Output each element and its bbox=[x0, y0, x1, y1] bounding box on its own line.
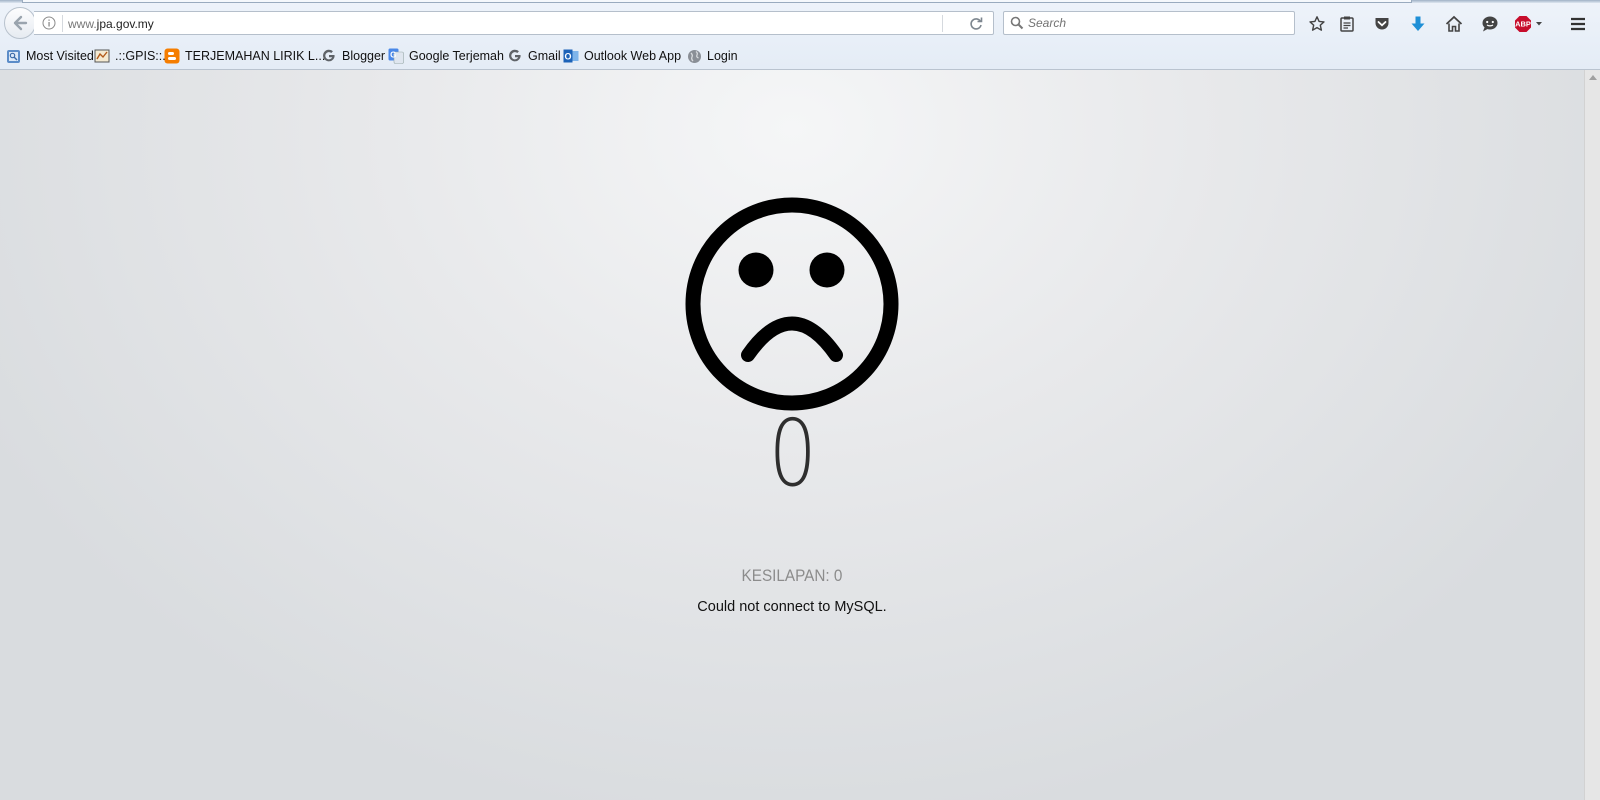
browser-chrome: www.jpa.gov.my Search ABP Most Visited .… bbox=[0, 0, 1600, 70]
reload-separator bbox=[942, 15, 943, 32]
most-visited-icon bbox=[5, 48, 21, 64]
blogger-favicon bbox=[164, 48, 180, 64]
reading-list-icon bbox=[1340, 16, 1354, 32]
bookmark-label: .::GPIS::. bbox=[115, 49, 166, 63]
bookmark-blogger[interactable]: Blogger bbox=[321, 48, 385, 64]
url-domain: jpa.gov.my bbox=[96, 17, 154, 31]
tab-strip bbox=[0, 0, 1600, 3]
chat-icon bbox=[1482, 16, 1498, 32]
url-bar[interactable]: www.jpa.gov.my bbox=[34, 11, 994, 35]
reload-icon[interactable] bbox=[967, 15, 985, 33]
scroll-up-arrow-icon[interactable] bbox=[1589, 75, 1597, 80]
bookmark-label: Most Visited bbox=[26, 49, 94, 63]
bookmarks-toolbar: Most Visited .::GPIS::. TERJEMAHAN LIRIK… bbox=[0, 44, 1600, 68]
download-icon bbox=[1411, 16, 1425, 31]
search-input[interactable] bbox=[1028, 15, 1288, 31]
bookmark-star-button[interactable] bbox=[1304, 11, 1330, 37]
menu-icon bbox=[1571, 17, 1585, 31]
search-icon bbox=[1010, 16, 1024, 30]
bookmark-terjemahan-lirik[interactable]: TERJEMAHAN LIRIK L... bbox=[164, 48, 325, 64]
bookmark-label: Google Terjemah bbox=[409, 49, 504, 63]
back-arrow-icon bbox=[13, 15, 28, 31]
error-message: Could not connect to MySQL. bbox=[697, 599, 887, 615]
pocket-icon bbox=[1375, 18, 1389, 30]
gpis-favicon bbox=[94, 48, 110, 64]
pocket-button[interactable] bbox=[1369, 11, 1395, 37]
svg-text:O: O bbox=[564, 52, 571, 62]
url-text[interactable]: www.jpa.gov.my bbox=[68, 17, 154, 31]
downloads-button[interactable] bbox=[1405, 11, 1431, 37]
bookmark-gpis[interactable]: .::GPIS::. bbox=[94, 48, 166, 64]
bookmark-label: Login bbox=[707, 49, 738, 63]
error-code: 0 bbox=[768, 400, 817, 507]
bookmark-star-icon bbox=[1309, 16, 1325, 31]
site-info-icon[interactable] bbox=[42, 16, 56, 30]
bookmark-label: Outlook Web App bbox=[584, 49, 682, 63]
active-tab-edge[interactable] bbox=[22, 0, 1412, 3]
bookmark-label: Blogger bbox=[342, 49, 386, 63]
bookmark-google-terjemah[interactable]: G Google Terjemah bbox=[388, 48, 504, 64]
adblock-plus-button[interactable]: ABP bbox=[1513, 11, 1547, 37]
home-icon bbox=[1445, 15, 1463, 32]
url-separator bbox=[62, 15, 63, 32]
search-bar[interactable] bbox=[1003, 11, 1295, 35]
url-prefix: www. bbox=[68, 17, 97, 31]
google-favicon bbox=[507, 48, 523, 64]
error-label: KESILAPAN: 0 bbox=[741, 566, 843, 585]
bookmark-gmail[interactable]: Gmail bbox=[507, 48, 561, 64]
bookmark-most-visited[interactable]: Most Visited bbox=[5, 48, 94, 64]
navigation-toolbar: www.jpa.gov.my Search ABP bbox=[0, 6, 1600, 40]
reading-list-button[interactable] bbox=[1334, 11, 1360, 37]
google-translate-favicon: G bbox=[388, 48, 404, 64]
outlook-favicon: O bbox=[563, 48, 579, 64]
google-favicon bbox=[321, 48, 337, 64]
adblock-plus-icon: ABP bbox=[1515, 16, 1542, 32]
svg-text:G: G bbox=[390, 51, 396, 60]
home-button[interactable] bbox=[1441, 11, 1467, 37]
vertical-scrollbar[interactable] bbox=[1584, 70, 1600, 800]
back-button[interactable] bbox=[4, 7, 36, 39]
bookmark-outlook-web-app[interactable]: O Outlook Web App bbox=[563, 48, 681, 64]
bookmark-login[interactable]: Login bbox=[686, 48, 738, 64]
bookmark-label: Gmail bbox=[528, 49, 561, 63]
menu-button[interactable] bbox=[1565, 11, 1591, 37]
sad-face-icon bbox=[685, 197, 899, 411]
chat-button[interactable] bbox=[1477, 11, 1503, 37]
globe-favicon bbox=[686, 48, 702, 64]
bookmark-label: TERJEMAHAN LIRIK L... bbox=[185, 49, 326, 63]
adblock-label: ABP bbox=[1515, 20, 1531, 29]
